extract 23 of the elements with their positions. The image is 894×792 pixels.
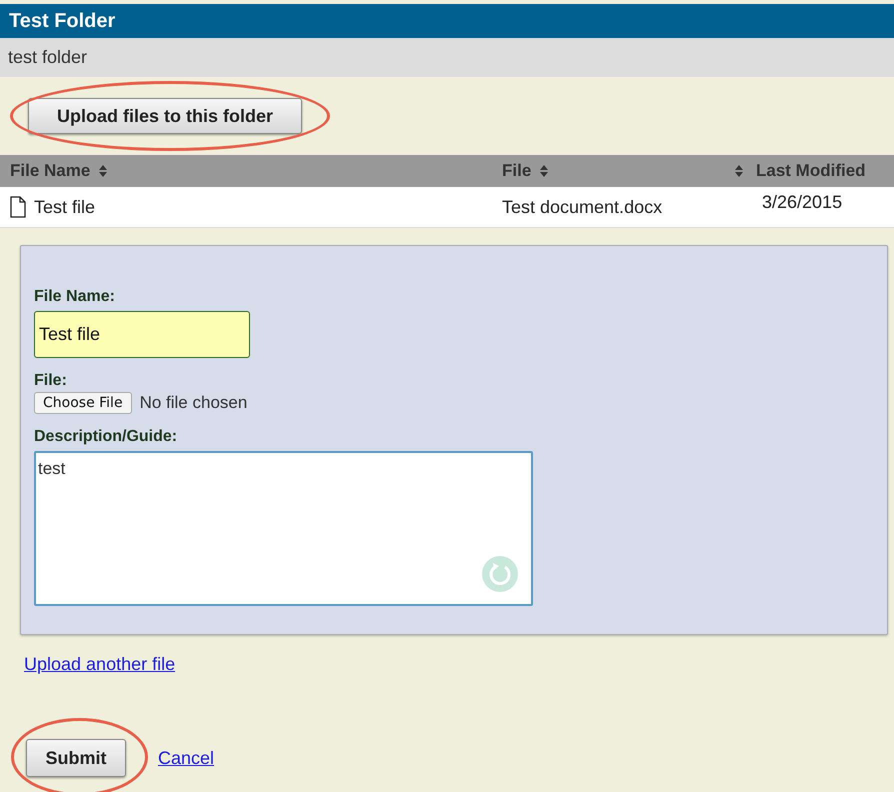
table-cell: 3/26/2015: [762, 192, 842, 213]
field-label: Description/Guide:: [34, 428, 178, 446]
folder-title: Test Folder: [9, 10, 116, 32]
upload-files-button[interactable]: Upload files to this folder: [28, 98, 302, 134]
submit-button[interactable]: Submit: [26, 739, 126, 777]
file-name-input[interactable]: Test file: [34, 311, 250, 358]
upload-another-file-link[interactable]: Upload another file: [24, 654, 176, 675]
sort-icon[interactable]: [734, 164, 744, 178]
cancel-link[interactable]: Cancel: [158, 748, 214, 768]
choose-file-button[interactable]: Choose File: [34, 392, 132, 414]
file-status: No file chosen: [140, 393, 248, 413]
column-header[interactable]: File Name: [10, 161, 90, 181]
document-icon: [10, 196, 26, 218]
table-cell: Test file: [34, 196, 96, 218]
column-header[interactable]: Last Modified: [756, 161, 866, 181]
field-label: File:: [34, 372, 67, 390]
field-label: File Name:: [34, 288, 115, 306]
sort-icon[interactable]: [98, 164, 108, 178]
folder-subtitle: test folder: [8, 47, 88, 68]
sort-icon[interactable]: [539, 164, 550, 178]
description-textarea[interactable]: test: [34, 451, 533, 606]
column-header[interactable]: File: [502, 161, 532, 181]
table-cell: Test document.docx: [502, 196, 662, 218]
